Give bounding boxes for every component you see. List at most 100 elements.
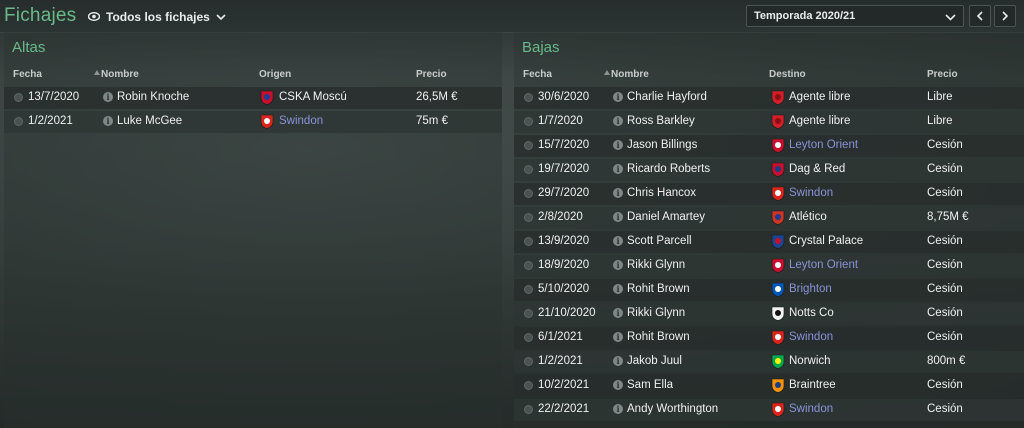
player-name[interactable]: Scott Parcell (627, 235, 692, 247)
info-icon[interactable]: i (613, 140, 623, 150)
table-row[interactable]: 13/9/2020 i Scott Parcell Crystal Palace Ces… (514, 231, 1024, 253)
player-name[interactable]: Charlie Hayford (627, 91, 707, 103)
info-icon[interactable]: i (613, 332, 623, 342)
transfer-date: 19/7/2020 (538, 163, 590, 175)
transfer-fee: 75m € (416, 115, 448, 127)
player-name[interactable]: Chris Hancox (627, 187, 696, 199)
club-name[interactable]: Leyton Orient (789, 259, 858, 271)
player-name[interactable]: Andy Worthington (627, 403, 718, 415)
info-icon[interactable]: i (103, 92, 113, 102)
row-select-dot[interactable] (524, 117, 533, 126)
row-select-dot[interactable] (524, 381, 533, 390)
club-name[interactable]: Swindon (789, 331, 833, 343)
player-name[interactable]: Daniel Amartey (627, 211, 705, 223)
player-name[interactable]: Ross Barkley (627, 115, 695, 127)
row-select-dot[interactable] (524, 309, 533, 318)
row-select-dot[interactable] (524, 93, 533, 102)
info-icon[interactable]: i (613, 260, 623, 270)
info-icon[interactable]: i (613, 164, 623, 174)
player-name[interactable]: Rohit Brown (627, 283, 690, 295)
transfer-date: 1/2/2021 (538, 355, 583, 367)
previous-season-button[interactable] (969, 5, 991, 27)
row-select-dot[interactable] (524, 405, 533, 414)
incoming-transfers-list: 13/7/2020 i Robin Knoche CSKA Moscú 26,5M €1… (4, 87, 502, 135)
info-icon[interactable]: i (613, 356, 623, 366)
transfer-fee: 800m € (927, 355, 966, 367)
row-select-dot[interactable] (524, 165, 533, 174)
info-icon[interactable]: i (613, 116, 623, 126)
player-name[interactable]: Robin Knoche (117, 91, 189, 103)
info-icon[interactable]: i (613, 236, 623, 246)
info-icon[interactable]: i (613, 284, 623, 294)
season-selector[interactable]: Temporada 2020/21 (746, 5, 964, 27)
player-name[interactable]: Rikki Glynn (627, 259, 685, 271)
norwich-crest (771, 354, 785, 369)
table-row[interactable]: 29/7/2020 i Chris Hancox Swindon Cesión (514, 183, 1024, 205)
table-row[interactable]: 18/9/2020 i Rikki Glynn Leyton Orient Cesión (514, 255, 1024, 277)
player-name[interactable]: Ricardo Roberts (627, 163, 710, 175)
row-select-dot[interactable] (14, 117, 23, 126)
transfer-filter-dropdown[interactable]: Todos los fichajes (87, 9, 226, 25)
atletico-crest (771, 210, 785, 225)
column-header-origin[interactable]: Origen (259, 69, 291, 80)
transfer-date: 1/2/2021 (28, 115, 73, 127)
row-select-dot[interactable] (524, 285, 533, 294)
transfer-date: 10/2/2021 (538, 379, 590, 391)
row-select-dot[interactable] (524, 237, 533, 246)
info-icon[interactable]: i (613, 308, 623, 318)
transfer-date: 13/7/2020 (28, 91, 80, 103)
club-name[interactable]: Leyton Orient (789, 139, 858, 151)
column-header-name[interactable]: Nombre (611, 69, 649, 80)
table-row[interactable]: 10/2/2021 i Sam Ella Braintree Cesión (514, 375, 1024, 397)
row-select-dot[interactable] (524, 357, 533, 366)
column-header-date[interactable]: Fecha (523, 69, 552, 80)
table-row[interactable]: 15/7/2020 i Jason Billings Leyton Orient Ces… (514, 135, 1024, 157)
swindon-crest (771, 186, 785, 201)
table-row[interactable]: 21/10/2020 i Rikki Glynn Notts Co Cesión (514, 303, 1024, 325)
info-icon[interactable]: i (613, 92, 623, 102)
player-name[interactable]: Rohit Brown (627, 331, 690, 343)
column-header-name[interactable]: Nombre (101, 69, 139, 80)
row-select-dot[interactable] (14, 93, 23, 102)
club-name[interactable]: Swindon (279, 115, 323, 127)
club-name[interactable]: Swindon (789, 403, 833, 415)
player-name[interactable]: Sam Ella (627, 379, 673, 391)
season-label: Temporada 2020/21 (754, 10, 856, 22)
transfer-date: 15/7/2020 (538, 139, 590, 151)
row-select-dot[interactable] (524, 333, 533, 342)
info-icon[interactable]: i (613, 212, 623, 222)
info-icon[interactable]: i (613, 188, 623, 198)
table-row[interactable]: 1/2/2021 i Jakob Juul Norwich 800m € (514, 351, 1024, 373)
column-header-fee[interactable]: Precio (416, 69, 447, 80)
table-row[interactable]: 5/10/2020 i Rohit Brown Brighton Cesión (514, 279, 1024, 301)
table-row[interactable]: 6/1/2021 i Rohit Brown Swindon Cesión (514, 327, 1024, 349)
row-select-dot[interactable] (524, 261, 533, 270)
table-row[interactable]: 22/2/2021 i Andy Worthington Swindon Cesión (514, 399, 1024, 421)
table-row[interactable]: 1/2/2021 i Luke McGee Swindon 75m € (4, 111, 502, 133)
player-name[interactable]: Jakob Juul (627, 355, 682, 367)
player-name[interactable]: Jason Billings (627, 139, 697, 151)
table-row[interactable]: 13/7/2020 i Robin Knoche CSKA Moscú 26,5M € (4, 87, 502, 109)
leyton-orient-crest (771, 138, 785, 153)
club-name[interactable]: Brighton (789, 283, 832, 295)
info-icon[interactable]: i (613, 380, 623, 390)
table-row[interactable]: 2/8/2020 i Daniel Amartey Atlético 8,75M € (514, 207, 1024, 229)
club-name[interactable]: Swindon (789, 187, 833, 199)
table-row[interactable]: 1/7/2020 i Ross Barkley Agente libre Libre (514, 111, 1024, 133)
row-select-dot[interactable] (524, 213, 533, 222)
brighton-crest (771, 282, 785, 297)
info-icon[interactable]: i (613, 404, 623, 414)
table-row[interactable]: 19/7/2020 i Ricardo Roberts Dag & Red Cesión (514, 159, 1024, 181)
row-select-dot[interactable] (524, 189, 533, 198)
table-row[interactable]: 30/6/2020 i Charlie Hayford Agente libre Lib… (514, 87, 1024, 109)
incoming-transfers-panel: Altas Fecha Nombre Origen Precio 13/7/20… (4, 32, 502, 428)
info-icon[interactable]: i (103, 116, 113, 126)
player-name[interactable]: Luke McGee (117, 115, 182, 127)
column-header-fee[interactable]: Precio (927, 69, 958, 80)
column-header-destination[interactable]: Destino (769, 69, 806, 80)
next-season-button[interactable] (994, 5, 1016, 27)
column-header-date[interactable]: Fecha (13, 69, 42, 80)
player-name[interactable]: Rikki Glynn (627, 307, 685, 319)
transfer-fee: Cesión (927, 379, 963, 391)
row-select-dot[interactable] (524, 141, 533, 150)
